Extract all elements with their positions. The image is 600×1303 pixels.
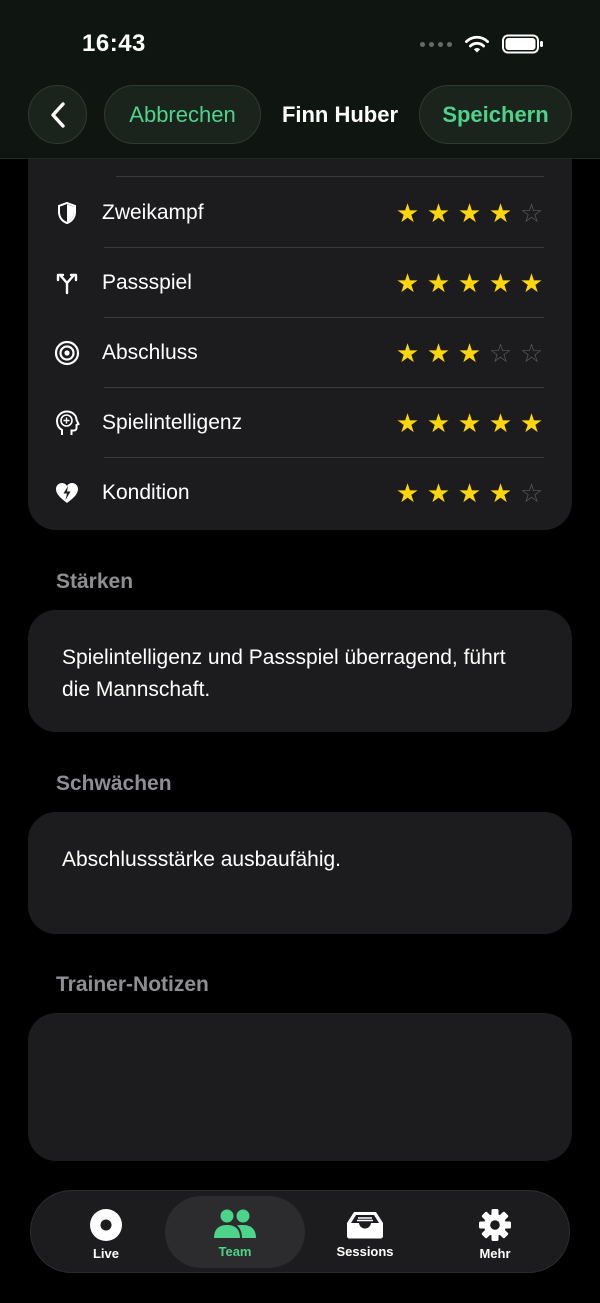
tab-mehr[interactable]: Mehr (425, 1196, 565, 1268)
notes-label: Trainer-Notizen (56, 973, 209, 996)
save-button[interactable]: Speichern (419, 85, 572, 144)
star-filled-icon[interactable]: ★ (457, 410, 482, 436)
ratings-card: Zweikampf ★ ★ ★ ★ ☆ Passspiel ★ ★ ★ ★ ★ Abschlus… (28, 130, 572, 530)
tab-label: Team (218, 1244, 252, 1259)
star-empty-icon[interactable]: ☆ (519, 200, 544, 226)
star-empty-icon[interactable]: ☆ (488, 340, 513, 366)
weaknesses-field[interactable]: Abschlussstärke ausbaufähig. (28, 812, 572, 934)
star-filled-icon[interactable]: ★ (488, 480, 513, 506)
rating-label: Kondition (102, 481, 190, 504)
tab-team[interactable]: Team (165, 1196, 305, 1268)
strengths-label: Stärken (56, 570, 134, 593)
star-rating[interactable]: ★ ★ ★ ☆ ☆ (395, 340, 544, 366)
star-filled-icon[interactable]: ★ (395, 340, 420, 366)
tab-label: Live (92, 1246, 119, 1261)
back-button[interactable] (28, 85, 87, 144)
rating-row-kondition: Kondition ★ ★ ★ ★ ☆ (28, 458, 572, 528)
star-filled-icon[interactable]: ★ (457, 340, 482, 366)
cellular-dots-icon (420, 41, 452, 47)
strengths-field[interactable]: Spielintelligenz und Passspiel überragen… (28, 610, 572, 732)
gear-icon (479, 1209, 511, 1241)
record-icon (90, 1209, 122, 1241)
star-rating[interactable]: ★ ★ ★ ★ ★ (395, 270, 544, 296)
rating-label: Zweikampf (102, 201, 204, 224)
navigation-header: 16:43 Abbrechen Finn Huber Speichern (0, 0, 600, 159)
star-filled-icon[interactable]: ★ (488, 200, 513, 226)
star-filled-icon[interactable]: ★ (488, 270, 513, 296)
target-icon (54, 340, 80, 366)
tab-live[interactable]: Live (36, 1196, 176, 1268)
star-filled-icon[interactable]: ★ (426, 410, 451, 436)
people-icon (214, 1209, 256, 1238)
rating-label: Abschluss (102, 341, 198, 364)
rating-row-zweikampf: Zweikampf ★ ★ ★ ★ ☆ (28, 178, 572, 248)
star-filled-icon[interactable]: ★ (519, 410, 544, 436)
wifi-icon (465, 35, 489, 53)
star-filled-icon[interactable]: ★ (426, 270, 451, 296)
star-filled-icon[interactable]: ★ (395, 200, 420, 226)
star-filled-icon[interactable]: ★ (426, 340, 451, 366)
battery-icon (502, 34, 543, 54)
weaknesses-label: Schwächen (56, 772, 172, 795)
tray-icon (347, 1212, 383, 1239)
tab-sessions[interactable]: Sessions (295, 1196, 435, 1268)
star-filled-icon[interactable]: ★ (457, 270, 482, 296)
status-time: 16:43 (82, 30, 146, 57)
star-filled-icon[interactable]: ★ (488, 410, 513, 436)
heart-bolt-icon (54, 480, 80, 506)
weaknesses-text: Abschlussstärke ausbaufähig. (62, 848, 341, 871)
star-filled-icon[interactable]: ★ (426, 200, 451, 226)
rating-label: Spielintelligenz (102, 411, 243, 434)
star-filled-icon[interactable]: ★ (519, 270, 544, 296)
star-filled-icon[interactable]: ★ (395, 480, 420, 506)
star-rating[interactable]: ★ ★ ★ ★ ★ (395, 410, 544, 436)
star-filled-icon[interactable]: ★ (395, 270, 420, 296)
shield-icon (54, 200, 80, 226)
rating-row-abschluss: Abschluss ★ ★ ★ ☆ ☆ (28, 318, 572, 388)
rating-row-spielintelligenz: Spielintelligenz ★ ★ ★ ★ ★ (28, 388, 572, 458)
star-empty-icon[interactable]: ☆ (519, 340, 544, 366)
tab-label: Sessions (336, 1244, 394, 1259)
notes-field[interactable] (28, 1013, 572, 1161)
star-filled-icon[interactable]: ★ (457, 200, 482, 226)
cancel-button[interactable]: Abbrechen (104, 85, 261, 144)
star-rating[interactable]: ★ ★ ★ ★ ☆ (395, 200, 544, 226)
brain-head-icon (54, 410, 80, 436)
rating-row-passspiel: Passspiel ★ ★ ★ ★ ★ (28, 248, 572, 318)
tab-label: Mehr (479, 1246, 511, 1261)
rating-label: Passspiel (102, 271, 192, 294)
star-rating[interactable]: ★ ★ ★ ★ ☆ (395, 480, 544, 506)
star-filled-icon[interactable]: ★ (395, 410, 420, 436)
chevron-left-icon (50, 101, 65, 128)
star-empty-icon[interactable]: ☆ (519, 480, 544, 506)
tab-bar: Live Team Sessions Mehr (30, 1190, 570, 1273)
status-indicators (420, 34, 544, 54)
page-title: Finn Huber (281, 101, 399, 127)
pass-icon (54, 270, 80, 296)
divider (116, 176, 544, 177)
star-filled-icon[interactable]: ★ (426, 480, 451, 506)
star-filled-icon[interactable]: ★ (457, 480, 482, 506)
strengths-text: Spielintelligenz und Passspiel überragen… (62, 646, 506, 701)
